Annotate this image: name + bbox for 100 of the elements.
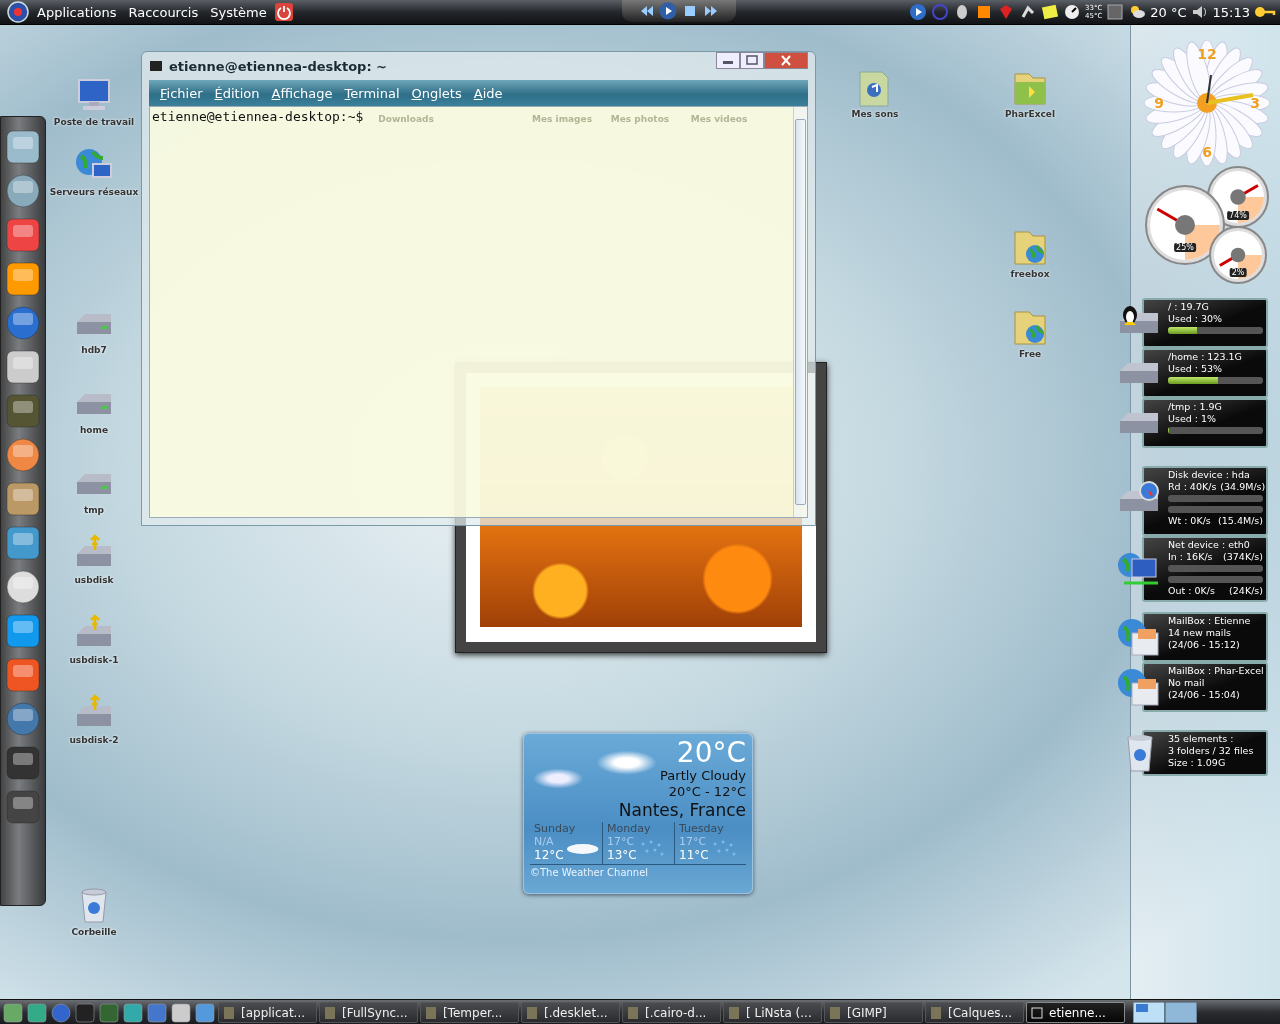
mailbox-name: MailBox : Phar-Excel <box>1168 665 1263 677</box>
launcher-icon[interactable] <box>122 1001 144 1024</box>
icon-label[interactable]: freebox <box>1010 269 1050 279</box>
sun-cloud-icon <box>1128 3 1147 21</box>
minimize-button[interactable] <box>716 52 740 69</box>
window-icon <box>829 1005 841 1020</box>
forecast-low: 13°C <box>607 848 637 862</box>
icon-label[interactable]: PharExcel <box>1005 109 1055 119</box>
window-title: etienne@etiennea-desktop: ~ <box>169 58 388 74</box>
note-icon[interactable] <box>1040 3 1059 21</box>
task-button[interactable]: [FullSync... <box>319 1002 418 1023</box>
menu-item[interactable]: Aide <box>468 83 508 103</box>
task-button[interactable]: [ LiNsta (... <box>723 1002 822 1023</box>
icon-label[interactable]: home <box>79 425 109 435</box>
app-icon[interactable] <box>4 523 42 563</box>
device-name: Disk device : hda <box>1168 469 1251 481</box>
icon-label[interactable]: Mes sons <box>851 109 899 119</box>
launcher-icon[interactable] <box>194 1001 216 1024</box>
launcher-icon[interactable] <box>170 1001 192 1024</box>
app-icon[interactable] <box>4 743 42 783</box>
menu-item[interactable]: Raccourcis <box>123 4 204 20</box>
mail-date: (24/06 - 15:12) <box>1168 639 1241 651</box>
window-icon <box>324 1005 336 1020</box>
device-name: Net device : eth0 <box>1168 539 1251 551</box>
menu-item[interactable]: Fichier <box>155 83 208 103</box>
weather-condition: Partly Cloudy <box>660 768 746 784</box>
disk-name: /tmp : 1.9G <box>1168 401 1223 413</box>
menu-item[interactable]: Édition <box>209 83 265 103</box>
app-icon[interactable] <box>4 479 42 519</box>
mail-status: 14 new mails <box>1168 627 1233 639</box>
location-name: Nantes, France <box>618 800 746 820</box>
clock-numeral: 6 <box>1202 144 1212 160</box>
window-icon <box>425 1005 437 1020</box>
icon-label[interactable]: hdb7 <box>81 345 107 355</box>
icon-label[interactable]: Poste de travail <box>53 117 135 127</box>
task-button[interactable]: [.desklet... <box>521 1002 620 1023</box>
disk-usage: Used : 53% <box>1168 363 1224 375</box>
launcher-icon[interactable] <box>26 1001 48 1024</box>
speaker-icon[interactable] <box>1190 3 1209 21</box>
temperature-range: 20°C - 12°C <box>668 784 746 800</box>
menu-item[interactable]: Applications <box>32 4 122 20</box>
clock-time[interactable]: 15:13 <box>1212 4 1250 20</box>
icon-label[interactable]: usbdisk-2 <box>69 735 119 745</box>
task-button[interactable]: [applicat... <box>218 1002 317 1023</box>
window-icon <box>1031 1005 1043 1020</box>
gauge-reading: 74% <box>1227 210 1249 220</box>
transfer-rate: Out : 0K/s <box>1168 585 1215 597</box>
weather-temperature: 20 °C <box>1150 4 1187 20</box>
gauge-drawing <box>1209 226 1267 284</box>
app-icon[interactable] <box>4 347 42 387</box>
icon-label[interactable]: usbdisk <box>74 575 114 585</box>
clock-numeral: 9 <box>1154 95 1164 111</box>
menu-item[interactable]: Affichage <box>266 83 338 103</box>
scrollbar[interactable] <box>793 107 807 517</box>
launcher-icon[interactable] <box>2 1001 24 1024</box>
transfer-rate: Rd : 40K/s <box>1168 481 1217 493</box>
window-icon <box>627 1005 639 1020</box>
mailbox-name: MailBox : Etienne <box>1168 615 1252 627</box>
close-button[interactable] <box>764 52 808 69</box>
distro-logo-icon[interactable] <box>6 1 30 23</box>
app-icon[interactable] <box>4 215 42 255</box>
menu-item[interactable]: Système <box>205 4 272 20</box>
terminal-prompt: etienne@etiennea-desktop:~$ <box>151 108 365 126</box>
task-button[interactable]: [.cairo-d... <box>622 1002 721 1023</box>
app-icon[interactable] <box>4 611 42 651</box>
gauge-icon[interactable] <box>1062 3 1081 21</box>
play-icon[interactable] <box>659 2 677 20</box>
forecast-low: 12°C <box>534 848 564 862</box>
window-icon <box>526 1005 538 1020</box>
clock-numeral: 12 <box>1197 46 1217 62</box>
task-button[interactable]: [Calques... <box>925 1002 1024 1023</box>
gauge-reading: 25% <box>1174 243 1196 252</box>
mail-date: (24/06 - 15:04) <box>1168 689 1241 701</box>
window-icon <box>930 1005 942 1020</box>
menu-item[interactable]: Onglets <box>406 83 467 103</box>
maximize-button[interactable] <box>740 52 764 69</box>
icon-label[interactable]: Free <box>1018 349 1042 359</box>
task-button[interactable]: [Temper... <box>420 1002 519 1023</box>
cloud-icon <box>565 842 599 855</box>
trash-info: 35 elements : <box>1168 733 1235 745</box>
media-player-icon[interactable] <box>908 3 927 21</box>
icon-label[interactable]: usbdisk-1 <box>69 655 119 665</box>
forecast-low: 11°C <box>679 848 709 862</box>
forecast-day: Monday <box>607 822 651 835</box>
menu-item[interactable]: Terminal <box>339 83 405 103</box>
icon-label[interactable]: Serveurs réseaux <box>49 187 139 197</box>
power-icon[interactable] <box>273 2 294 22</box>
clock-numeral: 3 <box>1250 95 1260 111</box>
terminal-icon <box>149 60 163 72</box>
launcher-icon[interactable] <box>146 1001 168 1024</box>
peak-rate: (374K/s) <box>1223 551 1263 563</box>
app-icon[interactable] <box>4 655 42 695</box>
workspace-pager[interactable] <box>1133 1002 1197 1023</box>
icon-label[interactable]: Corbeille <box>71 927 117 937</box>
disk-name: /home : 123.1G <box>1168 351 1243 363</box>
task-button[interactable]: etienne... <box>1026 1002 1125 1023</box>
app-icon[interactable] <box>4 259 42 299</box>
task-button[interactable]: [GIMP] <box>824 1002 923 1023</box>
app-icon[interactable] <box>4 127 42 167</box>
icon-label[interactable]: tmp <box>83 505 105 515</box>
